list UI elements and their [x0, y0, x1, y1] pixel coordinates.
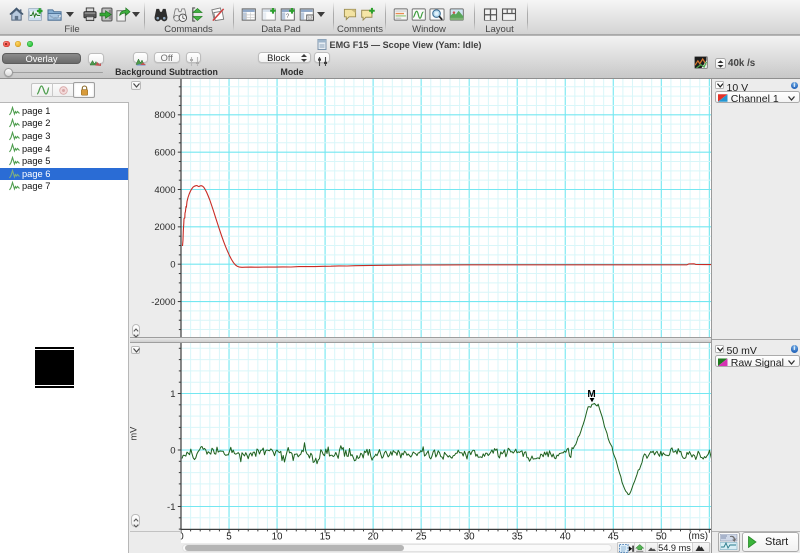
- svg-text:0: 0: [170, 445, 175, 456]
- svg-text:30: 30: [464, 532, 475, 543]
- svg-text:20: 20: [368, 532, 379, 543]
- svg-text:50: 50: [656, 532, 667, 543]
- svg-text:(ms): (ms): [688, 531, 708, 542]
- svg-text:0: 0: [170, 260, 175, 271]
- svg-text:45: 45: [608, 532, 619, 543]
- svg-text:15: 15: [320, 532, 331, 543]
- svg-text:-2000: -2000: [151, 297, 175, 308]
- svg-text:5: 5: [226, 532, 232, 543]
- svg-text:4000: 4000: [154, 185, 175, 196]
- svg-text:25: 25: [416, 532, 427, 543]
- svg-text:40: 40: [560, 532, 571, 543]
- svg-text:10: 10: [272, 532, 283, 543]
- svg-text:1: 1: [170, 389, 175, 400]
- svg-text:35: 35: [512, 532, 523, 543]
- svg-text:121: 121: [307, 16, 314, 21]
- svg-text:2000: 2000: [154, 222, 175, 233]
- svg-text:-1: -1: [167, 502, 175, 513]
- svg-text:6000: 6000: [154, 147, 175, 158]
- svg-text:8000: 8000: [154, 110, 175, 121]
